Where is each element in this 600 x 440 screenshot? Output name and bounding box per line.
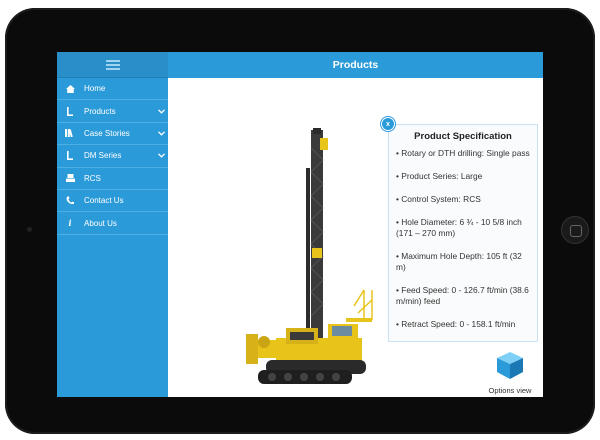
books-icon xyxy=(61,129,79,138)
info-icon: i xyxy=(68,218,72,229)
sidebar-item-home[interactable]: Home xyxy=(57,78,168,101)
spec-item: • Hole Diameter: 6 ¾ - 10 5/8 inch (171 … xyxy=(396,217,522,238)
spec-item: • Maximum Hole Depth: 105 ft (32 m) xyxy=(396,251,522,272)
chevron-down-icon[interactable] xyxy=(154,151,168,160)
spec-item: • Control System: RCS xyxy=(396,194,481,204)
camera-dot xyxy=(27,227,32,232)
options-view-button[interactable]: Options view xyxy=(480,350,540,396)
phone-icon xyxy=(61,196,79,205)
app-screen: Home Products Case Stories DM Series RCS… xyxy=(57,52,543,397)
spec-item: • Product Series: Large xyxy=(396,171,483,181)
chevron-down-icon[interactable] xyxy=(154,129,168,138)
products-icon xyxy=(61,106,79,116)
options-view-label: Options view xyxy=(488,386,532,395)
rcs-icon xyxy=(61,174,79,183)
sidebar-item-dm-series[interactable]: DM Series xyxy=(57,145,168,168)
home-icon xyxy=(61,84,79,93)
spec-item: • Rotary or DTH drilling: Single pass xyxy=(396,148,530,158)
close-spec-button[interactable]: x xyxy=(381,117,395,131)
spec-item: • Retract Speed: 0 - 158.1 ft/min xyxy=(396,319,516,329)
drill-icon xyxy=(61,151,79,161)
product-specification-panel[interactable]: Product Specification • Rotary or DTH dr… xyxy=(388,124,538,342)
sidebar-item-products[interactable]: Products xyxy=(57,100,168,123)
sidebar-item-label: RCS xyxy=(84,173,101,183)
sidebar-item-about-us[interactable]: i About Us xyxy=(57,212,168,235)
close-icon: x xyxy=(386,120,390,128)
chevron-down-icon[interactable] xyxy=(154,107,168,116)
home-hardware-button[interactable] xyxy=(561,216,589,244)
sidebar-item-rcs[interactable]: RCS xyxy=(57,168,168,190)
sidebar-item-label: Home xyxy=(84,84,106,94)
sidebar-item-label: DM Series xyxy=(84,151,122,161)
product-view: Product Specification • Rotary or DTH dr… xyxy=(168,78,543,397)
page-title: Products xyxy=(332,59,379,71)
sidebar-item-case-stories[interactable]: Case Stories xyxy=(57,123,168,146)
sidebar: Home Products Case Stories DM Series RCS… xyxy=(57,52,168,397)
cube-icon xyxy=(497,352,523,379)
sidebar-item-label: Contact Us xyxy=(84,196,124,206)
spec-item: • Feed Speed: 0 - 126.7 ft/min (38.6 m/m… xyxy=(396,285,529,306)
sidebar-item-contact-us[interactable]: Contact Us xyxy=(57,190,168,213)
sidebar-item-label: Case Stories xyxy=(84,128,130,138)
hamburger-icon[interactable] xyxy=(105,59,120,70)
sidebar-header xyxy=(57,52,168,78)
sidebar-item-label: About Us xyxy=(84,218,117,228)
spec-title: Product Specification xyxy=(414,131,512,142)
sidebar-item-label: Products xyxy=(84,106,116,116)
page-title-bar: Products xyxy=(168,52,543,78)
drill-rig-image[interactable] xyxy=(228,128,378,393)
